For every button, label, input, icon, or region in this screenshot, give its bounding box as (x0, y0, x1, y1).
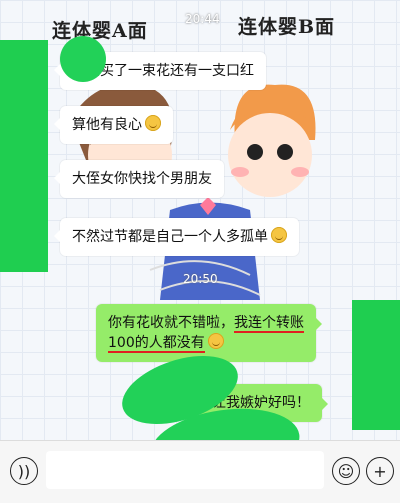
timestamp-1: 20:44 (185, 12, 220, 26)
timestamp-2: 20:50 (183, 272, 218, 286)
message-a-3: 大侄女你快找个男朋友 (54, 160, 224, 198)
plus-icon[interactable]: + (366, 457, 394, 485)
message-b-1: 你有花收就不错啦，我连个转账 100的人都没有 (96, 304, 322, 362)
message-input[interactable] (46, 451, 324, 489)
message-a-2-text: 算他有良心 (72, 117, 142, 133)
message-a-2: 算他有良心 (54, 106, 173, 144)
left-censor-strip (0, 40, 48, 272)
message-b-1-line1-underlined: 我连个转账 (234, 315, 304, 333)
message-a-4-text: 不然过节都是自己一个人多孤单 (72, 229, 268, 245)
censor-scribble (60, 36, 106, 82)
label-a-side: 连体婴A面 (52, 20, 148, 42)
emoji-icon[interactable]: ☺ (332, 457, 360, 485)
emoji-icon-inline (145, 115, 161, 131)
message-a-3-text: 大侄女你快找个男朋友 (72, 171, 212, 187)
emoji-icon-inline (271, 227, 287, 243)
message-b-1-line1-plain: 你有花收就不错啦， (108, 315, 234, 331)
emoji-icon-inline (207, 333, 224, 349)
message-b-1-line2-underlined: 100的人都没有 (108, 335, 205, 353)
right-censor-strip (352, 300, 400, 430)
label-b-side: 连体婴B面 (238, 16, 336, 38)
input-bar: )) ☺ + (0, 440, 400, 503)
voice-icon[interactable]: )) (10, 457, 38, 485)
message-a-4: 不然过节都是自己一个人多孤单 (54, 218, 299, 256)
